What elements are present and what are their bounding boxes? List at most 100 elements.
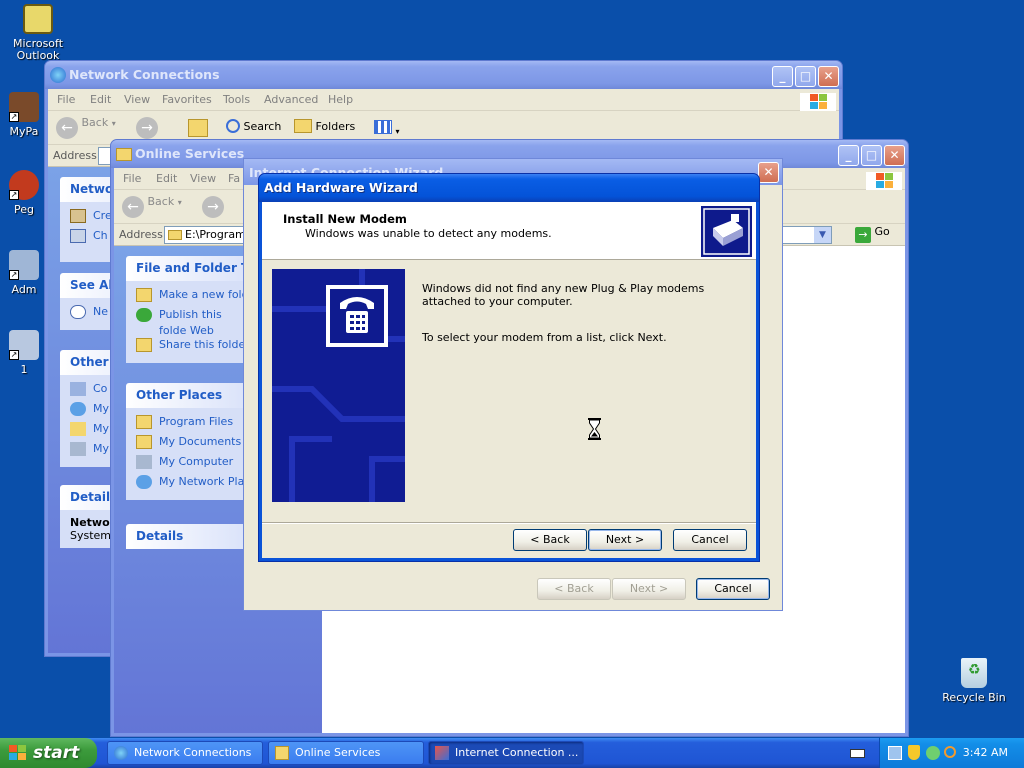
my-documents-icon <box>136 435 152 449</box>
folders-icon <box>294 119 312 133</box>
network-tray-icon[interactable] <box>888 746 902 760</box>
task-label: Internet Connection ... <box>455 746 579 759</box>
internet-connection-wizard-icon <box>435 746 449 760</box>
folder-icon <box>168 230 182 240</box>
hardware-icon <box>701 206 752 257</box>
menu-file[interactable]: File <box>123 172 141 185</box>
wizard-header: Install New Modem Windows was unable to … <box>262 202 756 260</box>
close-button[interactable]: ✕ <box>758 162 779 183</box>
message-line-1: Windows did not find any new Plug & Play… <box>422 282 705 295</box>
wizard-header-subtitle: Windows was unable to detect any modems. <box>305 227 552 240</box>
cancel-button[interactable]: Cancel <box>673 529 747 551</box>
recycle-bin-icon: ♻ <box>961 658 987 688</box>
wizard-instruction: To select your modem from a list, click … <box>422 331 667 344</box>
folders-button[interactable]: Folders <box>294 119 355 136</box>
close-button[interactable]: ✕ <box>818 66 839 87</box>
folder-icon <box>136 415 152 429</box>
menu-edit[interactable]: Edit <box>90 93 111 106</box>
minimize-button[interactable]: _ <box>772 66 793 87</box>
message-line-2: attached to your computer. <box>422 295 573 308</box>
menu-file[interactable]: File <box>57 93 75 106</box>
computer-icon <box>70 442 86 456</box>
menu-view[interactable]: View <box>190 172 216 185</box>
network-setup-icon <box>70 229 86 243</box>
back-button[interactable]: ← Back ▾ <box>122 195 182 218</box>
start-label: start <box>33 743 80 763</box>
security-shield-icon[interactable] <box>908 745 920 760</box>
cancel-button[interactable]: Cancel <box>696 578 770 600</box>
desktop-icon-outlook[interactable]: Microsoft Outlook <box>0 4 76 62</box>
go-arrow-icon: → <box>855 227 871 243</box>
button-separator <box>262 522 756 524</box>
windows-logo-icon <box>800 93 836 111</box>
task-link[interactable]: Publish this folde Web <box>136 307 246 337</box>
wizard-side-graphic <box>272 269 405 502</box>
go-button[interactable]: → Go <box>855 225 890 243</box>
window-title: Online Services <box>135 146 245 161</box>
hourglass-cursor-icon <box>588 418 601 440</box>
menu-tools[interactable]: Tools <box>223 93 250 106</box>
menu-bar: File Edit View Favorites Tools Advanced … <box>48 89 839 111</box>
next-button[interactable]: Next > <box>612 578 686 600</box>
back-label: Back <box>147 195 175 208</box>
search-tray-icon[interactable] <box>944 746 956 758</box>
menu-view[interactable]: View <box>124 93 150 106</box>
start-button[interactable]: start <box>0 738 97 768</box>
network-connections-icon <box>114 746 128 760</box>
back-button[interactable]: < Back <box>537 578 611 600</box>
minimize-button[interactable]: _ <box>838 145 859 166</box>
views-icon <box>374 120 392 134</box>
add-hardware-wizard-dialog[interactable]: Add Hardware Wizard Install New Modem Wi… <box>258 173 760 562</box>
back-arrow-icon: ← <box>122 196 144 218</box>
title-bar[interactable]: Network Connections _ □ ✕ <box>45 61 842 89</box>
speaker-tray-icon[interactable] <box>926 746 940 760</box>
views-button[interactable]: ▾ <box>374 120 400 137</box>
menu-advanced[interactable]: Advanced <box>264 93 318 106</box>
address-dropdown-button[interactable]: ▼ <box>814 227 831 243</box>
control-panel-icon <box>70 382 86 396</box>
mypa-icon: ↗ <box>9 92 39 122</box>
menu-edit[interactable]: Edit <box>156 172 177 185</box>
back-button[interactable]: < Back <box>513 529 587 551</box>
wizard-body: Install New Modem Windows was unable to … <box>262 202 756 558</box>
network-connections-icon <box>50 67 66 83</box>
back-button[interactable]: ← Back ▾ <box>56 116 116 139</box>
close-button[interactable]: ✕ <box>884 145 905 166</box>
outlook-icon <box>23 4 53 34</box>
forward-button[interactable]: → <box>136 117 158 139</box>
system-tray: 3:42 AM <box>879 738 1024 768</box>
taskbar: start Network Connections Online Service… <box>0 738 1024 768</box>
go-label: Go <box>874 225 890 238</box>
menu-favorites[interactable]: Fa <box>228 172 240 185</box>
windows-logo-icon <box>9 745 27 761</box>
desktop-icon-label: Microsoft Outlook <box>12 37 64 62</box>
taskbar-button-internet-connection[interactable]: Internet Connection ... <box>428 741 584 765</box>
my-computer-icon <box>136 455 152 469</box>
new-connection-icon <box>70 209 86 223</box>
forward-arrow-icon: → <box>202 196 224 218</box>
menu-favorites[interactable]: Favorites <box>162 93 212 106</box>
window-title: Network Connections <box>69 67 220 82</box>
taskbar-button-online-services[interactable]: Online Services <box>268 741 424 765</box>
folders-label: Folders <box>315 120 356 133</box>
wizard-header-title: Install New Modem <box>283 212 407 226</box>
forward-arrow-icon: → <box>136 117 158 139</box>
network-places-icon <box>70 402 86 416</box>
taskbar-button-network-connections[interactable]: Network Connections <box>107 741 263 765</box>
publish-web-icon <box>136 308 152 322</box>
title-bar[interactable]: Add Hardware Wizard <box>259 174 759 202</box>
menu-help[interactable]: Help <box>328 93 353 106</box>
maximize-button[interactable]: □ <box>861 145 882 166</box>
network-places-icon <box>136 475 152 489</box>
maximize-button[interactable]: □ <box>795 66 816 87</box>
desktop-icon-recycle-bin[interactable]: ♻ Recycle Bin <box>936 658 1012 704</box>
folder-icon <box>275 746 289 760</box>
keyboard-icon[interactable] <box>850 749 865 758</box>
next-button[interactable]: Next > <box>588 529 662 551</box>
search-button[interactable]: Search <box>226 119 281 136</box>
back-label: Back <box>81 116 109 129</box>
address-label: Address <box>119 228 163 241</box>
up-folder-icon[interactable] <box>188 119 208 137</box>
forward-button[interactable]: → <box>202 196 224 218</box>
desktop-icon-label: Recycle Bin <box>942 691 1006 704</box>
